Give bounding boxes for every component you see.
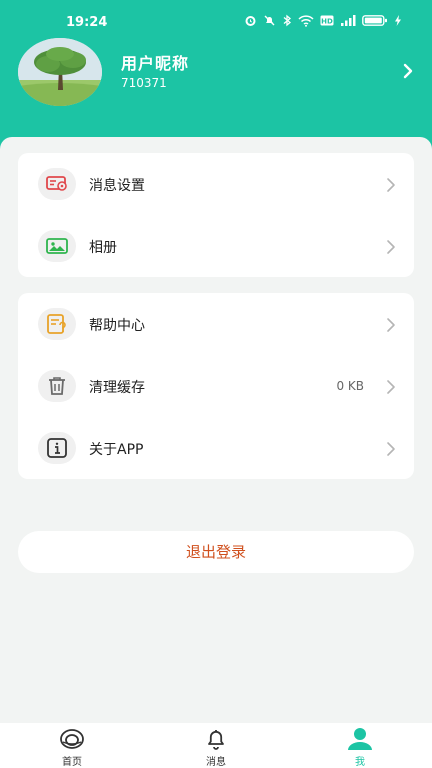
home-icon	[59, 727, 85, 751]
menu-item-album[interactable]: 相册	[18, 215, 414, 277]
tab-me[interactable]: 我	[288, 723, 432, 768]
tab-label: 我	[355, 757, 365, 768]
menu-item-label: 关于APP	[89, 442, 144, 458]
menu-item-help-center[interactable]: 帮助中心	[18, 293, 414, 355]
status-icons: HD	[244, 14, 402, 27]
person-icon	[346, 727, 374, 751]
charging-icon	[395, 15, 401, 26]
tab-label: 首页	[62, 757, 82, 768]
bluetooth-icon	[283, 14, 292, 27]
chevron-right-icon	[387, 240, 395, 254]
svg-text:HD: HD	[321, 17, 333, 25]
user-nickname: 用户昵称	[121, 54, 190, 73]
profile-section[interactable]: 用户昵称 710371	[0, 38, 432, 108]
status-time: 19:24	[66, 15, 108, 30]
message-settings-icon	[38, 168, 76, 200]
tab-label: 消息	[206, 757, 226, 768]
menu-item-label: 清理缓存	[89, 380, 145, 396]
help-center-icon	[38, 308, 76, 340]
menu-item-label: 消息设置	[89, 178, 145, 194]
menu-item-about-app[interactable]: 关于APP	[18, 417, 414, 479]
bell-off-icon	[264, 15, 275, 26]
chevron-right-icon[interactable]	[402, 62, 414, 80]
support-card: 帮助中心 清理缓存 0 KB 关于APP	[18, 293, 414, 479]
avatar[interactable]	[18, 38, 102, 106]
chevron-right-icon	[387, 318, 395, 332]
alarm-icon	[245, 16, 256, 26]
chevron-right-icon	[387, 178, 395, 192]
wifi-icon	[298, 15, 314, 27]
chevron-right-icon	[387, 442, 395, 456]
content-sheet: 消息设置 相册 帮助中心 清理缓存 0 KB 关于APP 退出登录	[0, 137, 432, 727]
tab-home[interactable]: 首页	[0, 723, 144, 768]
bell-icon	[204, 727, 228, 751]
bottom-tab-bar: 首页 消息 我	[0, 723, 432, 768]
info-icon	[38, 432, 76, 464]
profile-header: 19:24 HD 用户昵称 710371	[0, 0, 432, 150]
chevron-right-icon	[387, 380, 395, 394]
menu-item-label: 帮助中心	[89, 318, 145, 334]
trash-icon	[38, 370, 76, 402]
menu-item-message-settings[interactable]: 消息设置	[18, 153, 414, 215]
tab-messages[interactable]: 消息	[144, 723, 288, 768]
hd-icon: HD	[320, 15, 334, 26]
battery-icon	[362, 15, 387, 26]
user-id: 710371	[121, 76, 167, 90]
logout-button[interactable]: 退出登录	[18, 531, 414, 573]
settings-card: 消息设置 相册	[18, 153, 414, 277]
menu-item-label: 相册	[89, 240, 117, 256]
cache-size-value: 0 KB	[336, 379, 364, 393]
signal-icon	[341, 15, 356, 26]
menu-item-clear-cache[interactable]: 清理缓存 0 KB	[18, 355, 414, 417]
album-icon	[38, 230, 76, 262]
